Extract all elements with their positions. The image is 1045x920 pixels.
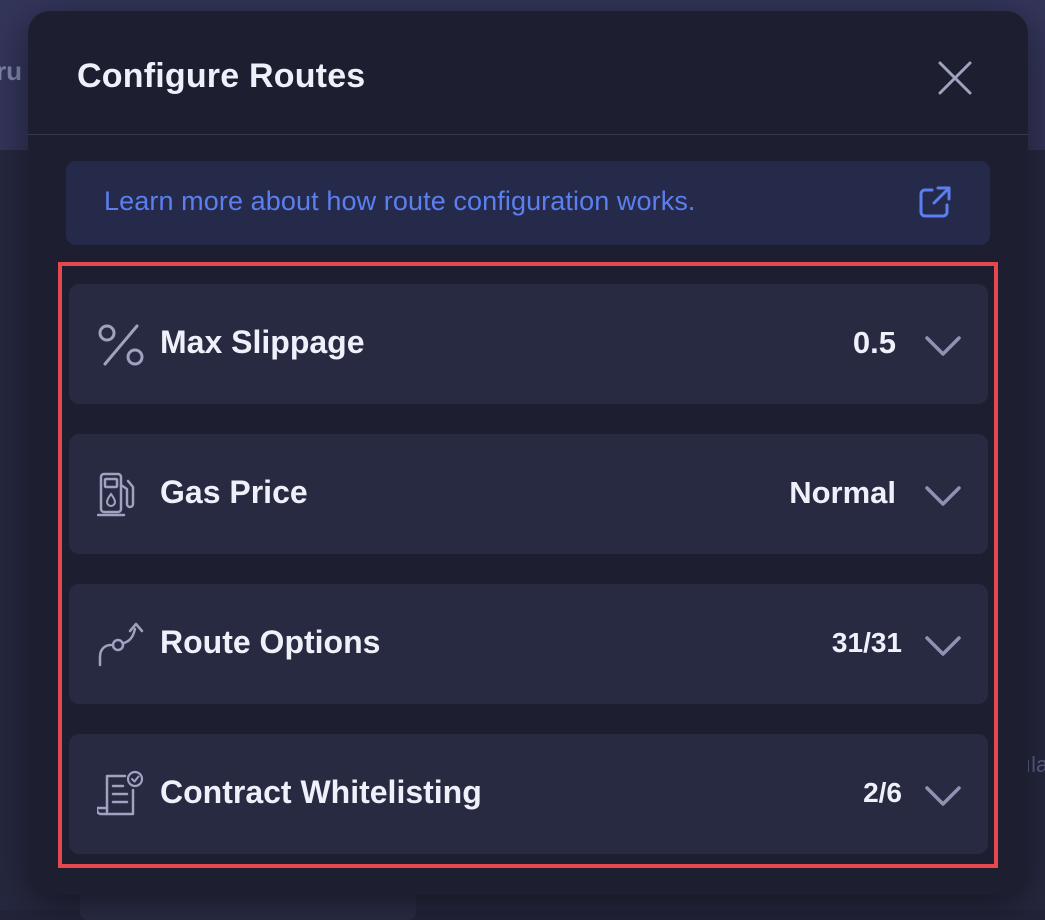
setting-value: 31/31: [831, 627, 902, 658]
route-icon: [97, 620, 147, 670]
setting-max-slippage[interactable]: Max Slippage 0.5: [69, 284, 988, 404]
configure-routes-modal: Configure Routes Learn more about how ro…: [28, 11, 1028, 895]
gas-pump-icon: [97, 470, 147, 520]
setting-label: Max Slippage: [160, 324, 365, 360]
setting-route-options[interactable]: Route Options 31/31: [69, 584, 988, 704]
background-text-right: ıla: [1025, 752, 1045, 777]
setting-value: Normal: [789, 475, 896, 510]
chevron-down-icon: [925, 336, 961, 356]
learn-more-link[interactable]: Learn more about how route configuration…: [66, 161, 990, 245]
learn-more-text: Learn more about how route configuration…: [104, 186, 696, 216]
chevron-down-icon: [925, 636, 961, 656]
setting-value: 0.5: [852, 325, 896, 360]
external-link-icon: [919, 186, 951, 218]
contract-check-icon: [97, 770, 147, 820]
modal-header: Configure Routes: [28, 11, 1028, 135]
setting-label: Gas Price: [160, 474, 308, 510]
modal-title: Configure Routes: [77, 57, 366, 95]
setting-label: Route Options: [160, 624, 381, 660]
setting-gas-price[interactable]: Gas Price Normal: [69, 434, 988, 554]
background-text-left: ru: [0, 56, 22, 86]
chevron-down-icon: [925, 486, 961, 506]
setting-value: 2/6: [863, 777, 902, 808]
close-button[interactable]: [930, 53, 980, 103]
setting-contract-whitelisting[interactable]: Contract Whitelisting 2/6: [69, 734, 988, 854]
percent-icon: [97, 320, 147, 370]
chevron-down-icon: [925, 786, 961, 806]
setting-label: Contract Whitelisting: [160, 774, 482, 810]
close-icon: [938, 61, 972, 95]
